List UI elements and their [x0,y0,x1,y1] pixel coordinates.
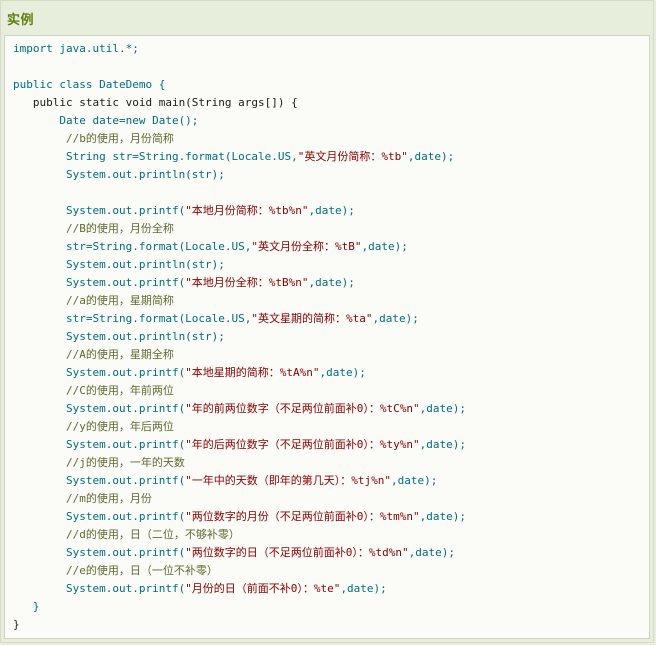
code-token: //C的使用，年前两位 [13,384,174,397]
code-line: //d的使用，日（二位，不够补零） [13,526,466,544]
code-token: Date date=new Date(); [13,114,199,127]
code-token: ,date); [340,582,387,595]
code-listing: import java.util.*; public class DateDem… [13,40,466,634]
code-token: ,date); [419,402,467,415]
code-token: ,date); [391,474,438,487]
code-token: System.out.printf( [13,204,186,217]
code-token: //d的使用，日（二位，不够补零） [13,528,240,541]
code-token: import java.util.*; [13,42,139,55]
code-line: //A的使用，星期全称 [13,346,466,364]
code-token: //A的使用，星期全称 [13,348,174,361]
code-token: //m的使用，月份 [13,492,152,505]
code-line: System.out.println(str); [13,166,466,184]
code-token: System.out.printf( [13,582,186,595]
code-token: //a的使用，星期简称 [13,294,174,307]
code-token: str=String.format(Locale.US, [13,312,252,325]
code-token: } [13,618,20,631]
code-line: } [13,598,466,616]
code-token: //e的使用，日（一位不补零） [13,564,218,577]
code-line: System.out.printf("年的后两位数字（不足两位前面补0）：%ty… [13,436,466,454]
code-line: //m的使用，月份 [13,490,466,508]
code-line: str=String.format(Locale.US,"英文星期的简称：%ta… [13,310,466,328]
code-token: System.out.printf( [13,402,186,415]
code-block[interactable]: import java.util.*; public class DateDem… [4,35,650,639]
code-line: System.out.printf("年的前两位数字（不足两位前面补0）：%tC… [13,400,466,418]
code-token: public static void main(String args[]) { [13,96,298,109]
code-line: Date date=new Date(); [13,112,466,130]
code-token: System.out.println(str); [13,330,225,343]
code-line: //b的使用，月份简称 [13,130,466,148]
code-line: //j的使用，一年的天数 [13,454,466,472]
code-line: public class DateDemo { [13,76,466,94]
code-token: "本地月份全称：%tB%n" [185,276,309,289]
code-line: str=String.format(Locale.US,"英文月份全称：%tB"… [13,238,466,256]
code-line: } [13,616,466,634]
code-token: System.out.printf( [13,276,186,289]
code-token: "两位数字的日（不足两位前面补0）：%td%n" [185,546,409,559]
code-line: System.out.println(str); [13,328,466,346]
code-line: System.out.printf("两位数字的日（不足两位前面补0）：%td%… [13,544,466,562]
code-token: ,date); [319,366,366,379]
code-token: //y的使用，年后两位 [13,420,174,433]
code-token: ,date); [419,438,467,451]
code-token: ,date); [372,312,419,325]
code-token: System.out.printf( [13,474,186,487]
code-line: //C的使用，年前两位 [13,382,466,400]
code-token: "年的前两位数字（不足两位前面补0）：%tC%n" [185,402,420,415]
section-title: 实例 [7,13,35,28]
code-token: String str=String.format(Locale.US, [13,150,298,163]
code-token: "月份的日（前面不补0）：%te" [185,582,341,595]
code-line: //e的使用，日（一位不补零） [13,562,466,580]
code-token: "两位数字的月份（不足两位前面补0）：%tm%n" [185,510,420,523]
code-token: ,date); [407,150,455,163]
code-line: System.out.printf("两位数字的月份（不足两位前面补0）：%tm… [13,508,466,526]
code-token: //j的使用，一年的天数 [13,456,185,469]
code-token: System.out.printf( [13,510,186,523]
code-line: import java.util.*; [13,40,466,58]
code-line: String str=String.format(Locale.US,"英文月份… [13,148,466,166]
code-token: //b的使用，月份简称 [13,132,174,145]
code-token: "本地星期的简称：%tA%n" [185,366,320,379]
code-token: System.out.println(str); [13,168,225,181]
code-line: System.out.printf("一年中的天数（即年的第几天）：%tj%n"… [13,472,466,490]
code-token: "本地月份简称：%tb%n" [185,204,309,217]
code-line: System.out.printf("本地月份全称：%tB%n",date); [13,274,466,292]
code-token: ,date); [419,510,467,523]
code-token: ,date); [308,204,355,217]
code-token: "英文月份简称：%tb" [297,150,408,163]
code-token: "英文星期的简称：%ta" [251,312,373,325]
code-token: "一年中的天数（即年的第几天）：%tj%n" [185,474,392,487]
code-line: //a的使用，星期简称 [13,292,466,310]
code-line: System.out.printf("本地星期的简称：%tA%n",date); [13,364,466,382]
code-line: //y的使用，年后两位 [13,418,466,436]
code-line: System.out.printf("月份的日（前面不补0）：%te",date… [13,580,466,598]
code-token: "英文月份全称：%tB" [251,240,362,253]
example-panel: 实例 import java.util.*; public class Date… [0,0,654,643]
code-token: ,date); [361,240,408,253]
code-token: public class DateDemo { [13,78,166,91]
code-token: System.out.printf( [13,438,186,451]
code-token: System.out.printf( [13,366,186,379]
code-token: System.out.printf( [13,546,186,559]
code-line: //B的使用，月份全称 [13,220,466,238]
code-token: } [13,600,40,613]
code-token: System.out.println(str); [13,258,225,271]
code-token: //B的使用，月份全称 [13,222,174,235]
code-token: str=String.format(Locale.US, [13,240,252,253]
code-token: ,date); [308,276,355,289]
code-token: ,date); [408,546,456,559]
code-line: System.out.printf("本地月份简称：%tb%n",date); [13,202,466,220]
code-line: public static void main(String args[]) { [13,94,466,112]
code-token: "年的后两位数字（不足两位前面补0）：%ty%n" [185,438,420,451]
code-line: System.out.println(str); [13,256,466,274]
